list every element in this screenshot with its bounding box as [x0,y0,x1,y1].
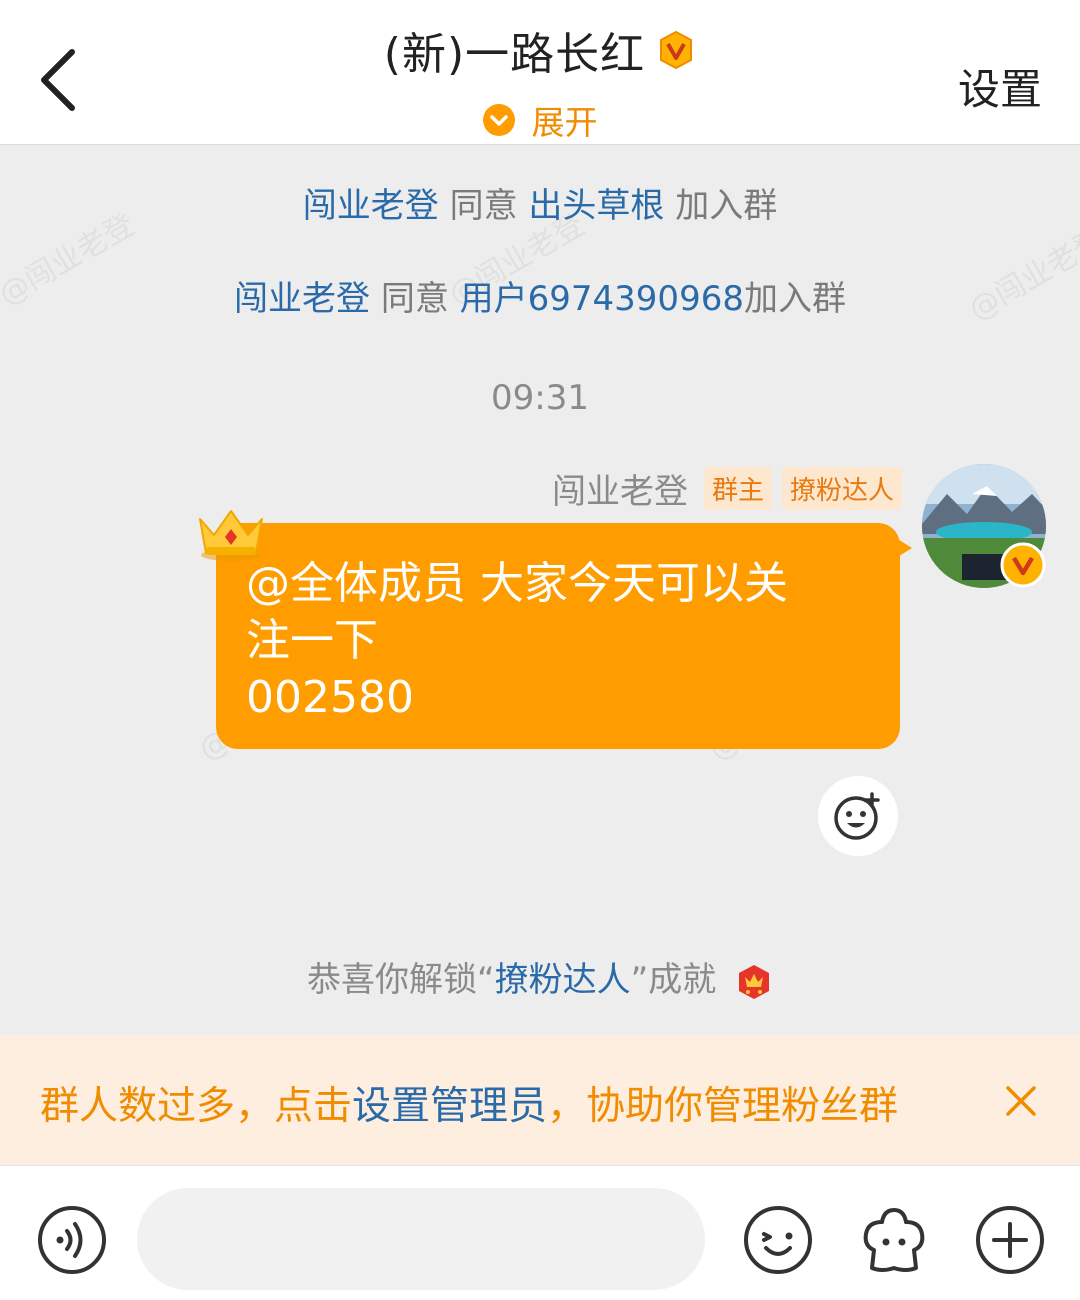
owner-tag: 群主 [703,466,772,510]
achievement-message: 恭喜你解锁“撩粉达人”成就 [0,952,1080,1001]
message-bubble[interactable]: @全体成员 大家今天可以关 注一下 002580 [216,523,900,749]
system-message: 闯业老登 同意 用户6974390968加入群 [234,279,846,319]
plus-icon[interactable] [972,1202,1048,1278]
voice-icon[interactable] [34,1202,110,1278]
admin-notice-bar: 群人数过多，点击设置管理员，协助你管理粉丝群 [0,1035,1080,1165]
expand-label: 展开 [531,103,598,142]
system-message: 闯业老登 同意 出头草根 加入群 [302,186,778,226]
chevron-down-icon [482,103,516,137]
message-text: @全体成员 大家今天可以关 注一下 002580 [246,558,788,723]
fans-master-tag: 撩粉达人 [781,466,902,510]
crown-icon [194,505,268,563]
close-icon[interactable] [1002,1082,1040,1120]
achievement-name[interactable]: 撩粉达人 [495,960,631,1000]
member-name[interactable]: 用户6974390968 [460,279,744,319]
bubble-tail [896,538,912,558]
message-timestamp: 09:31 [491,378,589,418]
message-input[interactable] [137,1188,705,1290]
chat-header: (新)一路长红 展开 设置 [0,0,1080,145]
title-row: (新)一路长红 [0,18,1080,82]
add-reaction-button[interactable] [818,776,898,856]
achievement-badge-icon [735,963,773,1001]
set-admin-link[interactable]: 设置管理员 [352,1084,547,1129]
sender-info: 闯业老登 群主 撩粉达人 [552,466,902,512]
group-title: (新)一路长红 [383,29,646,80]
verified-badge-icon [1000,542,1046,588]
verified-badge-icon [656,30,696,70]
settings-button[interactable]: 设置 [958,56,1042,117]
sender-name[interactable]: 闯业老登 [552,464,688,513]
expand-toggle[interactable]: 展开 [0,96,1080,144]
approver-name[interactable]: 闯业老登 [303,186,439,226]
member-name[interactable]: 出头草根 [528,186,664,226]
sticker-icon[interactable] [856,1202,932,1278]
notice-text: 群人数过多，点击设置管理员，协助你管理粉丝群 [40,1084,899,1129]
emoji-icon[interactable] [740,1202,816,1278]
approver-name[interactable]: 闯业老登 [234,279,370,319]
